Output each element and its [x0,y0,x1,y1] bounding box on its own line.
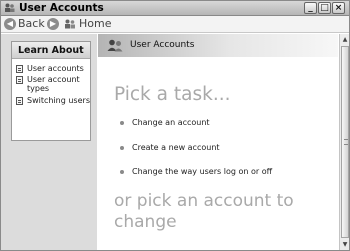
task-label[interactable]: Create a new account [132,143,220,153]
scroll-up-icon[interactable]: ▲ [341,35,349,44]
banner-title: User Accounts [130,40,195,50]
back-button[interactable]: Back [18,17,45,31]
task-label[interactable]: Change an account [132,118,210,128]
bullet-icon [120,170,124,174]
vertical-scrollbar[interactable]: ▲ ▼ [339,34,349,250]
bullet-icon [120,146,124,150]
home-button[interactable]: Home [79,17,111,31]
pick-task-heading: Pick a task... [114,84,231,105]
learn-about-box: Learn About User accounts User account t… [11,41,91,141]
home-icon[interactable] [64,19,76,29]
close-button[interactable]: × [332,2,345,14]
scrollbar-thumb[interactable] [341,46,349,238]
user-accounts-window: User Accounts _ □ × ◀ Back ▶ Home Learn … [0,0,350,251]
document-icon [16,76,23,84]
grip-icon [344,139,348,145]
users-icon [5,3,15,12]
document-icon [16,65,23,73]
bullet-icon [120,121,124,125]
learn-link-label[interactable]: User accounts [27,64,84,73]
title-bar[interactable]: User Accounts _ □ × [1,1,349,16]
maximize-button[interactable]: □ [318,2,331,14]
back-arrow-icon[interactable]: ◀ [4,18,16,30]
forward-arrow-icon[interactable]: ▶ [47,18,59,30]
task-label[interactable]: Change the way users log on or off [132,167,272,177]
navigation-toolbar: ◀ Back ▶ Home [1,16,349,33]
minimize-button[interactable]: _ [304,2,317,14]
window-title: User Accounts [19,2,104,14]
learn-about-heading: Learn About [12,42,90,59]
learn-link-label[interactable]: User account types [27,75,90,93]
document-icon [16,97,23,105]
page-banner: User Accounts [98,34,338,57]
scroll-down-icon[interactable]: ▼ [341,240,349,249]
learn-link-label[interactable]: Switching users [27,96,90,105]
users-icon [107,39,123,52]
left-task-pane: Learn About User accounts User account t… [1,34,97,250]
pick-account-heading: or pick an account to change [114,191,294,232]
main-content: User Accounts Pick a task... Change an a… [98,34,338,250]
